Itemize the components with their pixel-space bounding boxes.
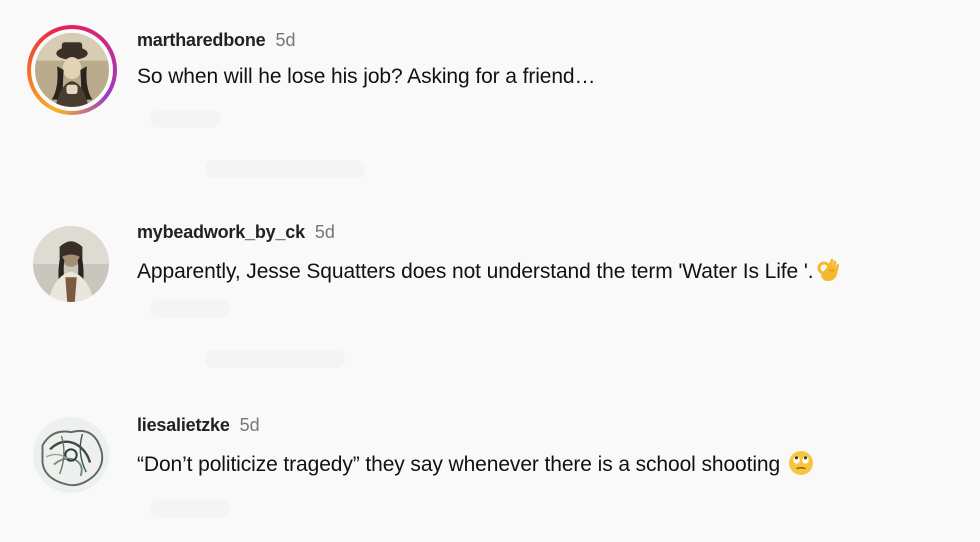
username-link[interactable]: mybeadwork_by_ck	[137, 222, 305, 242]
timestamp: 5d	[314, 222, 335, 242]
comment-body: So when will he lose his job? Asking for…	[137, 65, 596, 88]
comments-list: martharedbone 5d So when will he lose his…	[0, 0, 980, 542]
profile-photo-icon[interactable]	[33, 226, 109, 302]
comment-header: mybeadwork_by_ck 5d	[137, 222, 335, 243]
comment-header: liesalietzke 5d	[137, 415, 260, 436]
comment-header: martharedbone 5d	[137, 30, 295, 51]
comment-body: “Don’t politicize tragedy” they say when…	[137, 453, 781, 476]
timestamp: 5d	[239, 415, 260, 435]
background-artifact	[150, 500, 230, 518]
rolling-eyes-emoji-icon	[788, 450, 814, 476]
avatar-story-ring[interactable]	[27, 25, 117, 115]
background-artifact	[205, 350, 345, 368]
ok-hand-icon	[815, 257, 841, 283]
background-artifact	[150, 110, 220, 128]
background-artifact	[205, 160, 365, 178]
background-artifact	[150, 300, 230, 318]
timestamp: 5d	[275, 30, 296, 50]
username-link[interactable]: martharedbone	[137, 30, 266, 50]
comment-body: Apparently, Jesse Squatters does not und…	[137, 260, 814, 283]
profile-drawing-icon[interactable]	[33, 417, 109, 493]
profile-photo-icon	[35, 33, 109, 107]
comment-text: Apparently, Jesse Squatters does not und…	[137, 257, 841, 284]
username-link[interactable]: liesalietzke	[137, 415, 230, 435]
comment-text: “Don’t politicize tragedy” they say when…	[137, 450, 814, 477]
comment-text: So when will he lose his job? Asking for…	[137, 65, 596, 89]
